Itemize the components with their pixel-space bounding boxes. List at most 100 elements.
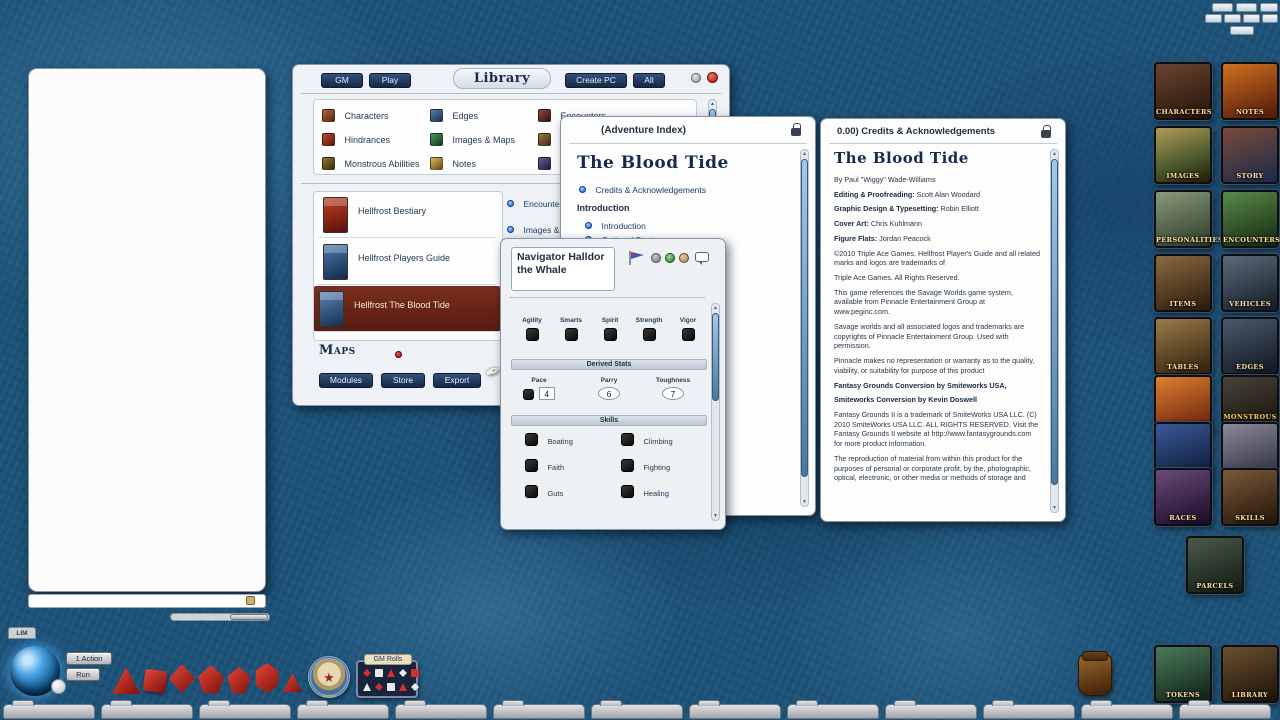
library-tab-gm[interactable]: GM [321, 73, 363, 88]
flag-icon[interactable] [629, 251, 645, 265]
scroll-up-icon[interactable]: ▲ [801, 151, 808, 157]
pace-die-icon[interactable] [523, 389, 534, 400]
module-row-hellfrost-blood-tide-selected[interactable]: Hellfrost The Blood Tide [314, 286, 500, 332]
skill-faith[interactable]: Faith [525, 459, 564, 477]
export-button[interactable]: Export [433, 373, 481, 388]
shortcut-button-3[interactable] [1260, 3, 1278, 12]
adventure-scrollbar[interactable]: ▲ ▼ [800, 149, 809, 507]
library-category-images-maps[interactable]: Images & Maps [430, 131, 515, 149]
skill-die-icon[interactable] [525, 485, 538, 498]
chat-scrollbar-thumb[interactable] [230, 614, 268, 620]
map-token-icon[interactable] [395, 351, 402, 358]
shortcut-button-6[interactable] [1243, 14, 1260, 23]
lock-icon[interactable] [1041, 130, 1051, 138]
scroll-up-icon[interactable]: ▲ [1051, 151, 1058, 157]
hotkey-slot[interactable] [787, 704, 879, 719]
hotkey-slot[interactable] [1179, 704, 1271, 719]
sidebar-item-story[interactable]: Story [1221, 126, 1279, 184]
modules-button[interactable]: Modules [319, 373, 373, 388]
modifier-mini-orb-icon[interactable] [51, 679, 66, 694]
library-category-edges[interactable]: Edges [430, 107, 478, 125]
lock-icon[interactable] [791, 128, 801, 136]
shortcut-button-2[interactable] [1236, 3, 1257, 12]
status-tan-icon[interactable] [679, 253, 689, 263]
module-row-hellfrost-players-guide[interactable]: Hellfrost Players Guide [318, 239, 496, 285]
status-gray-icon[interactable] [651, 253, 661, 263]
scroll-up-icon[interactable]: ▲ [712, 305, 719, 311]
skill-die-icon[interactable] [525, 459, 538, 472]
vigor-die-icon[interactable] [682, 328, 695, 341]
spirit-die-icon[interactable] [604, 328, 617, 341]
loot-bag-icon[interactable] [1078, 654, 1112, 696]
gm-rolls-panel[interactable]: GM Rolls [356, 660, 418, 698]
skill-die-icon[interactable] [621, 433, 634, 446]
shortcut-button-7[interactable] [1262, 14, 1278, 23]
die-d20-icon[interactable] [254, 663, 280, 693]
skill-die-icon[interactable] [621, 459, 634, 472]
credits-link[interactable]: Credits & Acknowledgements [579, 181, 706, 199]
library-close-icon[interactable] [707, 72, 718, 83]
die-d4-icon[interactable] [112, 667, 140, 694]
hotkey-slot[interactable] [101, 704, 193, 719]
hotkey-slot[interactable] [885, 704, 977, 719]
credits-scrollbar-thumb[interactable] [1051, 159, 1058, 485]
hotkey-slot[interactable] [591, 704, 683, 719]
scroll-up-icon[interactable]: ▲ [709, 101, 716, 107]
credits-scrollbar[interactable]: ▲ ▼ [1050, 149, 1059, 513]
shortcut-button-5[interactable] [1224, 14, 1241, 23]
sidebar-item-images[interactable]: Images [1154, 126, 1212, 184]
store-button[interactable]: Store [381, 373, 425, 388]
sidebar-item-notes[interactable]: Notes [1221, 62, 1279, 120]
mini-die-icon[interactable] [411, 683, 419, 691]
skill-die-icon[interactable] [621, 485, 634, 498]
scroll-down-icon[interactable]: ▼ [801, 499, 808, 505]
mini-die-icon[interactable] [387, 669, 395, 677]
adventure-scrollbar-thumb[interactable] [801, 159, 808, 477]
status-green-icon[interactable] [665, 253, 675, 263]
shortcut-button-1[interactable] [1212, 3, 1233, 12]
skill-healing[interactable]: Healing [621, 485, 669, 503]
mini-die-icon[interactable] [387, 683, 395, 691]
chat-window[interactable] [28, 68, 266, 592]
sidebar-item-personalities[interactable]: Personalities [1154, 190, 1212, 248]
skill-guts[interactable]: Guts [525, 485, 563, 503]
shortcut-button-8[interactable] [1230, 26, 1254, 35]
library-category-monstrous-abilities[interactable]: Monstrous Abilities [322, 155, 420, 173]
lim-tab[interactable]: LIM [8, 627, 36, 639]
sidebar-item-vehicles[interactable]: Vehicles [1221, 254, 1279, 312]
skill-die-icon[interactable] [525, 433, 538, 446]
mini-die-icon[interactable] [363, 669, 371, 677]
scroll-down-icon[interactable]: ▼ [712, 513, 719, 519]
all-button[interactable]: All [633, 73, 665, 88]
skill-fighting[interactable]: Fighting [621, 459, 670, 477]
sidebar-item-characters[interactable]: Characters [1154, 62, 1212, 120]
die-d6-icon[interactable] [143, 669, 168, 694]
mini-die-icon[interactable] [363, 683, 371, 691]
sidebar-item-parcels[interactable]: Parcels [1186, 536, 1244, 594]
sidebar-item-encounters[interactable]: Encounters [1221, 190, 1279, 248]
module-row-hellfrost-bestiary[interactable]: Hellfrost Bestiary [318, 192, 496, 238]
hotkey-slot[interactable] [1081, 704, 1173, 719]
scroll-down-icon[interactable]: ▼ [1051, 505, 1058, 511]
sidebar-item-edges[interactable]: Edges [1221, 317, 1279, 375]
sidebar-item-races[interactable]: Races [1154, 468, 1212, 526]
medal-icon[interactable]: ★ [308, 656, 350, 698]
chat-scrollbar[interactable] [170, 613, 270, 621]
sidebar-item-library[interactable]: Library [1221, 645, 1279, 703]
smarts-die-icon[interactable] [565, 328, 578, 341]
strength-die-icon[interactable] [643, 328, 656, 341]
hotkey-slot[interactable] [689, 704, 781, 719]
character-name-field[interactable]: Navigator Halldor the Whale [511, 247, 615, 291]
hotkey-slot[interactable] [3, 704, 95, 719]
sheet-scrollbar[interactable]: ▲ ▼ [711, 303, 720, 521]
die-d10-icon[interactable] [198, 665, 224, 693]
library-tab-play[interactable]: Play [369, 73, 411, 88]
chat-bubble-icon[interactable] [695, 252, 709, 262]
library-category-notes[interactable]: Notes [430, 155, 476, 173]
library-category-characters[interactable]: Characters [322, 107, 388, 125]
hotkey-slot[interactable] [297, 704, 389, 719]
chat-marker-icon[interactable] [246, 596, 255, 605]
parry-value[interactable]: 6 [598, 387, 620, 400]
shortcut-button-4[interactable] [1205, 14, 1222, 23]
hotkey-slot[interactable] [395, 704, 487, 719]
